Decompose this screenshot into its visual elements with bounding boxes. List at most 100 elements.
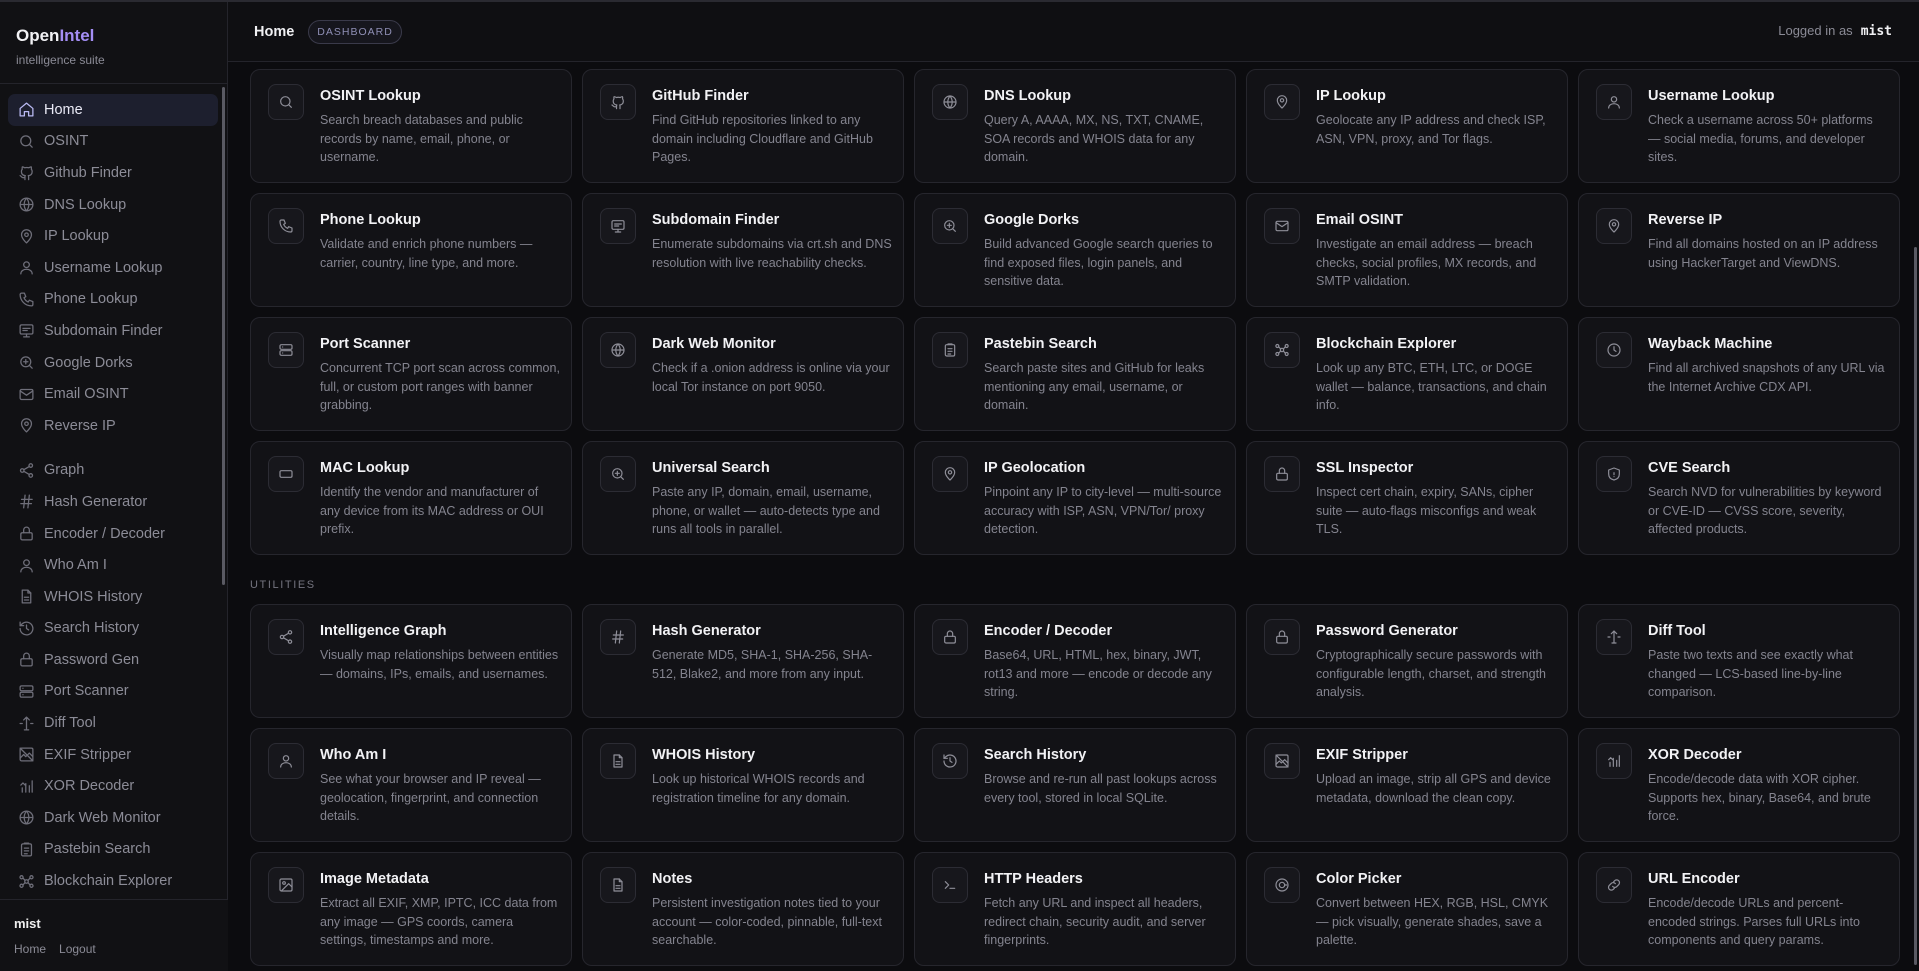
tool-card-image-metadata[interactable]: Image Metadata Extract all EXIF, XMP, IPT…	[250, 852, 572, 966]
sidebar-item-ip-lookup[interactable]: IP Lookup	[8, 220, 218, 252]
sidebar-item-dns-lookup[interactable]: DNS Lookup	[8, 189, 218, 221]
sidebar-item-xor-decoder[interactable]: XOR Decoder	[8, 770, 218, 802]
tool-card-who-am-i[interactable]: Who Am I See what your browser and IP rev…	[250, 728, 572, 842]
sidebar-item-username-lookup[interactable]: Username Lookup	[8, 252, 218, 284]
tool-card-title: EXIF Stripper	[1316, 747, 1408, 763]
tool-card-email-osint[interactable]: Email OSINT Investigate an email address …	[1246, 193, 1568, 307]
sidebar-item-password-gen[interactable]: Password Gen	[8, 644, 218, 676]
sidebar-item-phone-lookup[interactable]: Phone Lookup	[8, 284, 218, 316]
sidebar-item-label: Github Finder	[44, 164, 132, 181]
tool-card-username-lookup[interactable]: Username Lookup Check a username across 5…	[1578, 69, 1900, 183]
sidebar-item-osint[interactable]: OSINT	[8, 126, 218, 158]
tool-card-description: Check if a .onion address is online via …	[652, 361, 890, 394]
sidebar: OpenIntel intelligence suite Home OSINT Gi…	[0, 2, 228, 971]
topbar: Home DASHBOARD Logged in as mist	[228, 2, 1919, 62]
tool-card-mac-lookup[interactable]: MAC Lookup Identify the vendor and manufa…	[250, 441, 572, 555]
tool-card-dark-web-monitor[interactable]: Dark Web Monitor Check if a .onion addres…	[582, 317, 904, 431]
logged-in-status: Logged in as mist	[1778, 23, 1892, 39]
sidebar-item-graph[interactable]: Graph	[8, 455, 218, 487]
tool-card-blockchain-explorer[interactable]: Blockchain Explorer Look up any BTC, ETH,…	[1246, 317, 1568, 431]
sidebar-item-encoder-decoder[interactable]: Encoder / Decoder	[8, 518, 218, 550]
sidebar-item-reverse-ip[interactable]: Reverse IP	[8, 410, 218, 442]
sidebar-item-blockchain-explorer[interactable]: Blockchain Explorer	[8, 865, 218, 897]
tool-card-description: Search breach databases and public recor…	[320, 113, 523, 165]
tool-card-description: Paste any IP, domain, email, username, p…	[652, 485, 880, 537]
sidebar-item-label: Who Am I	[44, 557, 107, 574]
tool-card-whois-history[interactable]: WHOIS History Look up historical WHOIS re…	[582, 728, 904, 842]
tool-card-ip-lookup[interactable]: IP Lookup Geolocate any IP address and ch…	[1246, 69, 1568, 183]
tool-card-phone-lookup[interactable]: Phone Lookup Validate and enrich phone nu…	[250, 193, 572, 307]
tool-card-pastebin-search[interactable]: Pastebin Search Search paste sites and Gi…	[914, 317, 1236, 431]
sidebar-item-label: Pastebin Search	[44, 841, 151, 858]
tool-card-notes[interactable]: Notes Persistent investigation notes tied…	[582, 852, 904, 966]
sidebar-item-search-history[interactable]: Search History	[8, 613, 218, 645]
map-pin-icon	[1596, 208, 1632, 244]
footer-logout-link[interactable]: Logout	[59, 942, 96, 956]
sidebar-item-google-dorks[interactable]: Google Dorks	[8, 347, 218, 379]
monitor-icon	[600, 208, 636, 244]
sidebar-item-whois-history[interactable]: WHOIS History	[8, 581, 218, 613]
sidebar-item-port-scanner[interactable]: Port Scanner	[8, 676, 218, 708]
tool-card-description: Find all archived snapshots of any URL v…	[1648, 361, 1885, 394]
tool-card-search-history[interactable]: Search History Browse and re-run all past…	[914, 728, 1236, 842]
sidebar-item-email-osint[interactable]: Email OSINT	[8, 378, 218, 410]
tool-card-title: Hash Generator	[652, 623, 761, 639]
tool-card-description: Find all domains hosted on an IP address…	[1648, 237, 1878, 270]
tool-card-reverse-ip[interactable]: Reverse IP Find all domains hosted on an …	[1578, 193, 1900, 307]
tool-card-exif-stripper[interactable]: EXIF Stripper Upload an image, strip all …	[1246, 728, 1568, 842]
sidebar-item-exif-stripper[interactable]: EXIF Stripper	[8, 739, 218, 771]
footer-home-link[interactable]: Home	[14, 942, 46, 956]
tool-card-description: Extract all EXIF, XMP, IPTC, ICC data fr…	[320, 896, 558, 948]
share-icon	[18, 462, 35, 479]
tool-card-cve-search[interactable]: CVE Search Search NVD for vulnerabilities…	[1578, 441, 1900, 555]
tool-card-ssl-inspector[interactable]: SSL Inspector Inspect cert chain, expiry,…	[1246, 441, 1568, 555]
tool-card-http-headers[interactable]: HTTP Headers Fetch any URL and inspect al…	[914, 852, 1236, 966]
tool-card-dns-lookup[interactable]: DNS Lookup Query A, AAAA, MX, NS, TXT, CN…	[914, 69, 1236, 183]
tool-card-description: Persistent investigation notes tied to y…	[652, 896, 882, 948]
brand-name[interactable]: OpenIntel	[16, 26, 227, 46]
tool-card-color-picker[interactable]: Color Picker Convert between HEX, RGB, HS…	[1246, 852, 1568, 966]
sidebar-item-subdomain-finder[interactable]: Subdomain Finder	[8, 315, 218, 347]
sidebar-item-home[interactable]: Home	[8, 94, 218, 126]
sidebar-nav: Home OSINT Github Finder DNS Lookup IP Looku…	[8, 94, 218, 897]
tool-card-intelligence-graph[interactable]: Intelligence Graph Visually map relations…	[250, 604, 572, 718]
tool-card-google-dorks[interactable]: Google Dorks Build advanced Google search…	[914, 193, 1236, 307]
tool-card-universal-search[interactable]: Universal Search Paste any IP, domain, em…	[582, 441, 904, 555]
sidebar-item-who-am-i[interactable]: Who Am I	[8, 549, 218, 581]
sidebar-item-hash-generator[interactable]: Hash Generator	[8, 486, 218, 518]
card-icon	[268, 456, 304, 492]
tool-card-description: Inspect cert chain, expiry, SANs, cipher…	[1316, 485, 1537, 537]
github-icon	[600, 84, 636, 120]
sidebar-scrollbar[interactable]	[222, 87, 225, 585]
github-icon	[18, 164, 35, 181]
tool-card-title: SSL Inspector	[1316, 460, 1414, 476]
sidebar-item-pastebin-search[interactable]: Pastebin Search	[8, 834, 218, 866]
tool-card-subdomain-finder[interactable]: Subdomain Finder Enumerate subdomains via…	[582, 193, 904, 307]
tool-card-osint-lookup[interactable]: OSINT Lookup Search breach databases and …	[250, 69, 572, 183]
map-pin-icon	[1264, 84, 1300, 120]
tool-card-encoder-decoder[interactable]: Encoder / Decoder Base64, URL, HTML, hex,…	[914, 604, 1236, 718]
main-scrollbar[interactable]	[1914, 247, 1917, 965]
tool-card-github-finder[interactable]: GitHub Finder Find GitHub repositories li…	[582, 69, 904, 183]
sidebar-item-label: Dark Web Monitor	[44, 809, 161, 826]
sidebar-item-dark-web-monitor[interactable]: Dark Web Monitor	[8, 802, 218, 834]
tool-card-title: Reverse IP	[1648, 212, 1723, 228]
sidebar-item-label: OSINT	[44, 133, 89, 150]
sidebar-item-github-finder[interactable]: Github Finder	[8, 157, 218, 189]
tool-card-description: Identify the vendor and manufacturer of …	[320, 485, 544, 537]
tool-card-description: Enumerate subdomains via crt.sh and DNS …	[652, 237, 892, 270]
tool-card-port-scanner[interactable]: Port Scanner Concurrent TCP port scan acr…	[250, 317, 572, 431]
tool-card-password-generator[interactable]: Password Generator Cryptographically secu…	[1246, 604, 1568, 718]
user-icon	[1596, 84, 1632, 120]
sidebar-item-diff-tool[interactable]: Diff Tool	[8, 707, 218, 739]
tool-card-description: Build advanced Google search queries to …	[984, 237, 1213, 289]
tool-card-diff-tool[interactable]: Diff Tool Paste two texts and see exactly…	[1578, 604, 1900, 718]
sidebar-item-label: Reverse IP	[44, 417, 116, 434]
tool-card-title: Pastebin Search	[984, 336, 1097, 352]
tool-card-hash-generator[interactable]: Hash Generator Generate MD5, SHA-1, SHA-2…	[582, 604, 904, 718]
tool-card-wayback-machine[interactable]: Wayback Machine Find all archived snapsho…	[1578, 317, 1900, 431]
tool-card-ip-geolocation[interactable]: IP Geolocation Pinpoint any IP to city-le…	[914, 441, 1236, 555]
tool-card-xor-decoder[interactable]: XOR Decoder Encode/decode data with XOR c…	[1578, 728, 1900, 842]
share-icon	[268, 619, 304, 655]
tool-card-url-encoder[interactable]: URL Encoder Encode/decode URLs and percen…	[1578, 852, 1900, 966]
